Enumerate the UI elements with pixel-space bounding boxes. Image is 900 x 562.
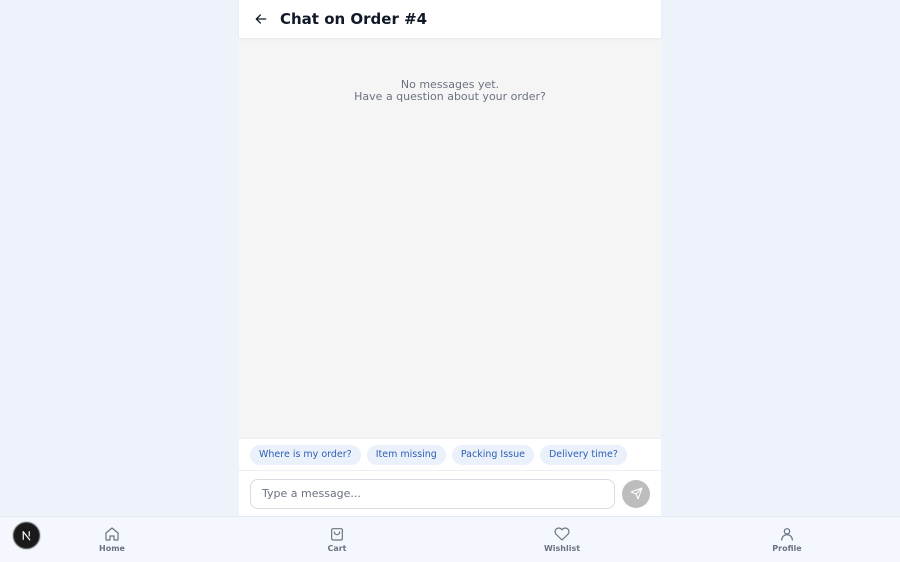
nav-item-cart[interactable]: Cart [297, 526, 377, 553]
nav-label: Cart [327, 544, 347, 553]
empty-state-subtitle: Have a question about your order? [354, 90, 546, 103]
message-list[interactable]: No messages yet. Have a question about y… [239, 38, 661, 438]
quick-reply-chip[interactable]: Where is my order? [250, 444, 361, 465]
nav-item-home[interactable]: Home [72, 526, 152, 553]
nav-item-profile[interactable]: Profile [747, 526, 827, 553]
heart-icon [554, 527, 570, 541]
home-icon [105, 527, 119, 541]
cart-icon [331, 528, 343, 541]
send-button[interactable] [622, 479, 650, 508]
message-composer [239, 470, 661, 516]
arrow-left-icon [255, 14, 267, 24]
user-icon [781, 528, 793, 541]
quick-reply-chip[interactable]: Item missing [366, 444, 446, 465]
nav-item-wishlist[interactable]: Wishlist [522, 526, 602, 553]
page-title: Chat on Order #4 [280, 10, 428, 28]
send-icon [630, 487, 642, 500]
nav-label: Wishlist [543, 544, 581, 553]
nextjs-dev-badge[interactable] [13, 522, 40, 549]
quick-replies: Where is my order? Item missing Packing … [239, 438, 661, 470]
chat-panel: Chat on Order #4 No messages yet. Have a… [239, 0, 661, 516]
nextjs-logo-icon [22, 531, 31, 541]
nav-label: Profile [772, 544, 802, 553]
message-input[interactable] [250, 478, 615, 509]
quick-reply-chip[interactable]: Delivery time? [539, 444, 627, 465]
chat-header: Chat on Order #4 [239, 0, 661, 38]
back-button[interactable] [251, 9, 271, 29]
bottom-nav: Home Cart Wishlist Profile [0, 516, 900, 562]
nav-label: Home [99, 544, 125, 553]
quick-reply-chip[interactable]: Packing Issue [451, 444, 534, 465]
